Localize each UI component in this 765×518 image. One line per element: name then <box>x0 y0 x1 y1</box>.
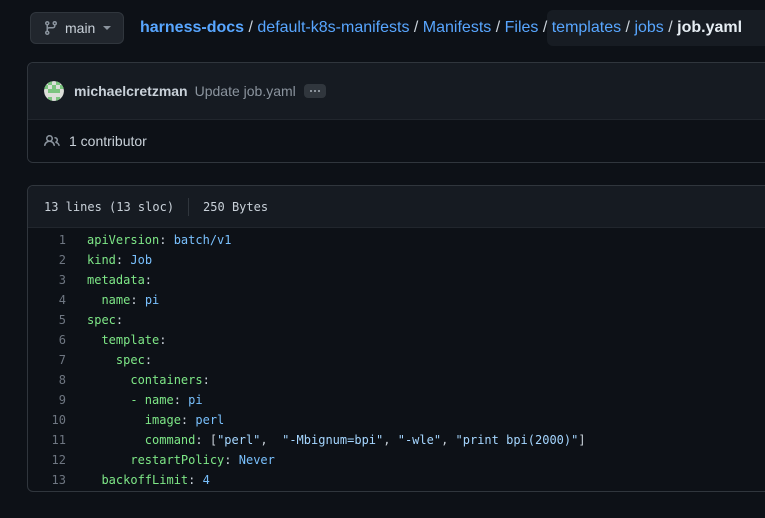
code-line: 9 - name: pi <box>28 390 765 410</box>
line-number[interactable]: 9 <box>28 390 66 410</box>
code-text: metadata: <box>66 270 152 290</box>
file-lines-info: 13 lines (13 sloc) <box>44 200 174 214</box>
breadcrumb-separator: / <box>538 19 551 36</box>
line-number[interactable]: 2 <box>28 250 66 270</box>
latest-commit-header: michaelcretzman Update job.yaml <box>28 63 765 120</box>
code-text: template: <box>66 330 166 350</box>
breadcrumb-item[interactable]: default-k8s-manifests <box>257 19 409 36</box>
line-number[interactable]: 6 <box>28 330 66 350</box>
code-text: image: perl <box>66 410 224 430</box>
line-number[interactable]: 13 <box>28 470 66 490</box>
breadcrumb-separator: / <box>664 19 677 36</box>
line-number[interactable]: 7 <box>28 350 66 370</box>
code-line: 4 name: pi <box>28 290 765 310</box>
line-number[interactable]: 12 <box>28 450 66 470</box>
breadcrumb-item: job.yaml <box>677 19 742 36</box>
line-number[interactable]: 10 <box>28 410 66 430</box>
breadcrumb-item[interactable]: harness-docs <box>140 19 244 36</box>
breadcrumb-separator: / <box>244 19 257 36</box>
file-size-info: 250 Bytes <box>203 200 268 214</box>
commit-message-link[interactable]: Update job.yaml <box>195 83 296 99</box>
branch-selector-button[interactable]: main <box>30 12 124 44</box>
code-line: 8 containers: <box>28 370 765 390</box>
code-text: spec: <box>66 350 152 370</box>
code-text: spec: <box>66 310 123 330</box>
code-text: - name: pi <box>66 390 203 410</box>
people-icon <box>44 133 60 149</box>
git-branch-icon <box>43 20 59 36</box>
breadcrumb-item[interactable]: jobs <box>634 19 663 36</box>
line-number[interactable]: 4 <box>28 290 66 310</box>
commit-panel: michaelcretzman Update job.yaml 1 contri… <box>27 62 765 163</box>
breadcrumb-item[interactable]: Files <box>505 19 539 36</box>
commit-author-link[interactable]: michaelcretzman <box>74 83 188 99</box>
code-line: 6 template: <box>28 330 765 350</box>
contributors-row: 1 contributor <box>28 120 765 162</box>
code-line: 5spec: <box>28 310 765 330</box>
code-text: kind: Job <box>66 250 152 270</box>
file-panel: 13 lines (13 sloc) 250 Bytes 1apiVersion… <box>27 185 765 492</box>
contributors-link[interactable]: 1 contributor <box>69 133 147 149</box>
line-number[interactable]: 8 <box>28 370 66 390</box>
chevron-down-icon <box>103 26 111 30</box>
line-number[interactable]: 3 <box>28 270 66 290</box>
code-line: 3metadata: <box>28 270 765 290</box>
line-number[interactable]: 1 <box>28 230 66 250</box>
code-text: backoffLimit: 4 <box>66 470 210 490</box>
kebab-horizontal-icon <box>310 90 320 92</box>
code-line: 11 command: ["perl", "-Mbignum=bpi", "-w… <box>28 430 765 450</box>
breadcrumb-item[interactable]: Manifests <box>423 19 491 36</box>
breadcrumb: harness-docs / default-k8s-manifests / M… <box>140 17 742 39</box>
branch-name-label: main <box>65 20 95 36</box>
breadcrumb-separator: / <box>491 19 504 36</box>
code-line: 12 restartPolicy: Never <box>28 450 765 470</box>
code-text: command: ["perl", "-Mbignum=bpi", "-wle"… <box>66 430 586 450</box>
breadcrumb-item[interactable]: templates <box>552 19 621 36</box>
commit-ellipsis-button[interactable] <box>304 84 326 98</box>
code-text: containers: <box>66 370 210 390</box>
breadcrumb-separator: / <box>621 19 634 36</box>
code-line: 2kind: Job <box>28 250 765 270</box>
code-text: name: pi <box>66 290 159 310</box>
code-line: 13 backoffLimit: 4 <box>28 470 765 490</box>
code-text: apiVersion: batch/v1 <box>66 230 232 250</box>
code-line: 10 image: perl <box>28 410 765 430</box>
avatar[interactable] <box>44 81 64 101</box>
breadcrumb-separator: / <box>409 19 422 36</box>
line-number[interactable]: 5 <box>28 310 66 330</box>
code-lines: 1apiVersion: batch/v12kind: Job3metadata… <box>28 228 765 492</box>
code-line: 7 spec: <box>28 350 765 370</box>
code-text: restartPolicy: Never <box>66 450 275 470</box>
file-header-divider <box>188 198 189 216</box>
file-header: 13 lines (13 sloc) 250 Bytes <box>28 186 765 228</box>
code-line: 1apiVersion: batch/v1 <box>28 230 765 250</box>
line-number[interactable]: 11 <box>28 430 66 450</box>
